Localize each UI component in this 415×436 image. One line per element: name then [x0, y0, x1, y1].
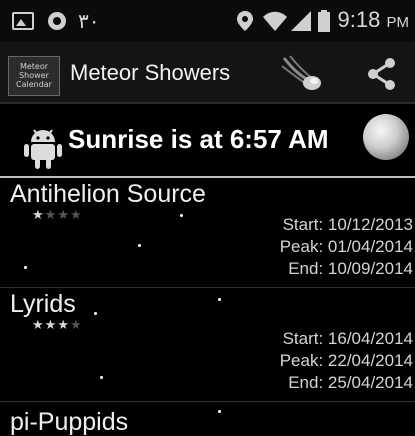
status-bar: ٣٠ 9:18 PM	[0, 0, 415, 42]
star-icon: ★	[44, 318, 58, 333]
star-icon: ★	[57, 208, 70, 223]
start-date: Start: 16/04/2014	[282, 329, 413, 348]
shower-name: pi-Puppids	[10, 408, 129, 436]
list-item[interactable]: Antihelion Source ★★★★ Start: 10/12/2013…	[0, 178, 415, 288]
start-date: Start: 10/12/2013	[282, 215, 413, 234]
signal-icon	[290, 11, 311, 31]
share-icon[interactable]	[364, 56, 400, 92]
peak-date: Peak: 22/04/2014	[279, 351, 413, 370]
peak-date: Peak: 01/04/2014	[279, 237, 413, 256]
shower-name: Antihelion Source	[10, 180, 206, 208]
meteor-shower-list: Antihelion Source ★★★★ Start: 10/12/2013…	[0, 178, 415, 436]
status-right: 9:18 PM	[236, 7, 409, 36]
app-icon[interactable]: Meteor Shower Calendar	[8, 56, 60, 96]
end-date: End: 25/04/2014	[288, 373, 413, 392]
app-title: Meteor Showers	[70, 60, 231, 85]
moon-icon	[363, 114, 409, 160]
shower-name: Lyrids	[10, 290, 76, 318]
star-rating: ★★★★	[32, 318, 83, 333]
notification-count: ٣٠	[78, 9, 100, 33]
battery-icon	[317, 10, 330, 32]
star-icon: ★	[69, 208, 83, 223]
gallery-icon	[12, 12, 34, 30]
list-item[interactable]: Lyrids ★★★★ Start: 16/04/2014 Peak: 22/0…	[0, 288, 415, 402]
app-icon-text: Meteor Shower Calendar	[16, 62, 52, 89]
time-ampm: PM	[386, 13, 410, 31]
star-icon: ★	[32, 318, 45, 333]
status-left: ٣٠	[12, 8, 99, 34]
shower-dates: Start: 10/12/2013 Peak: 01/04/2014 End: …	[280, 214, 413, 280]
status-time: 9:18 PM	[338, 7, 409, 36]
shower-dates: Start: 16/04/2014 Peak: 22/04/2014 End: …	[280, 328, 413, 394]
location-icon	[236, 11, 253, 31]
star-rating: ★★★★	[32, 208, 83, 223]
star-icon: ★	[69, 318, 83, 333]
time-value: 9:18	[337, 6, 381, 32]
android-icon	[24, 129, 62, 169]
star-icon: ★	[57, 318, 70, 333]
list-item[interactable]: pi-Puppids	[0, 402, 415, 436]
wifi-icon	[262, 11, 287, 31]
end-date: End: 10/09/2014	[288, 259, 413, 278]
star-icon: ★	[32, 208, 45, 223]
star-icon: ★	[44, 208, 58, 223]
camera-icon	[48, 12, 66, 30]
comet-icon[interactable]	[278, 52, 328, 96]
action-bar: Meteor Shower Calendar Meteor Showers	[0, 42, 415, 102]
sunrise-time-text: Sunrise is at 6:57 AM	[68, 124, 329, 154]
